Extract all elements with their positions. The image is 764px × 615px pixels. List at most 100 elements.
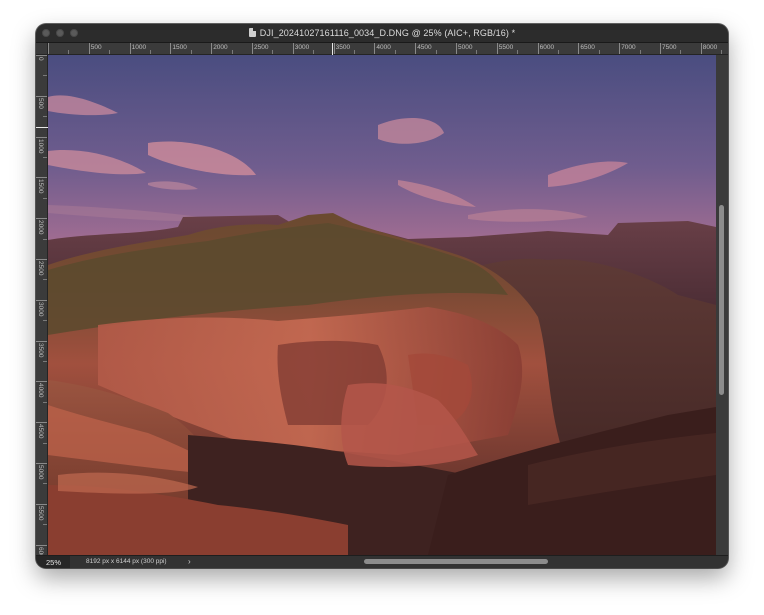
ruler-tick [43,238,47,240]
ruler-tick [43,361,47,362]
ruler-tick [36,55,47,56]
ruler-tick [578,43,580,54]
horizontal-ruler-label: 8000 [702,44,718,51]
ruler-tick [150,50,151,54]
horizontal-ruler-label: 4500 [417,44,432,51]
ruler-tick [43,157,47,158]
ruler-tick [435,50,437,54]
ruler-tick [43,116,47,118]
ruler-tick [36,259,47,260]
ruler-tick [598,50,600,54]
ruler-tick [721,50,723,54]
vertical-ruler-label: 0 [37,57,44,61]
ruler-tick [190,50,192,54]
vertical-ruler-label: 4000 [37,383,44,398]
ruler-origin[interactable] [36,43,48,55]
ruler-tick [394,50,396,54]
ruler-tick [36,422,47,424]
ruler-tick [68,50,70,54]
ruler-tick [537,43,539,54]
horizontal-ruler-label: 5000 [458,44,473,51]
ruler-tick [374,43,376,54]
cursor-position-marker [36,127,48,128]
ruler-tick [129,43,131,54]
ruler-tick [170,43,172,54]
document-window: DJI_20241027161116_0034_D.DNG @ 25% (AIC… [36,24,728,568]
ruler-tick [43,442,47,444]
horizontal-ruler-label: 7000 [621,44,636,51]
ruler-tick [558,50,559,54]
vertical-ruler-label: 2000 [37,220,44,235]
vertical-ruler[interactable]: 0 500 1000 1500 2000 2500 3000 3500 4000 4500 5000… [36,55,48,566]
ruler-tick [36,340,47,342]
ruler-tick [333,43,335,54]
cursor-position-marker [332,43,333,55]
vertical-ruler-label: 1500 [37,179,44,194]
horizontal-ruler-label: 4000 [376,44,391,51]
ruler-tick [43,401,47,403]
horizontal-ruler-label: 3000 [294,44,310,51]
horizontal-ruler-label: 2000 [213,44,228,51]
ruler-tick [476,50,478,54]
vertical-ruler-label: 3500 [37,342,44,358]
horizontal-scrollbar-thumb[interactable] [364,559,548,564]
vertical-ruler-label: 3000 [37,301,44,317]
vertical-ruler-label: 5000 [37,465,44,480]
vertical-scrollbar[interactable] [716,55,728,555]
ruler-tick [639,50,641,54]
ruler-tick [415,43,417,54]
ruler-tick [313,50,315,54]
ruler-tick [43,483,47,485]
image-canvas[interactable] [48,55,716,555]
ruler-tick [680,50,682,54]
vertical-ruler-label: 1000 [37,138,44,154]
document-icon [248,28,256,37]
document-info: 8192 px x 6144 px (300 ppi) [86,558,167,565]
ruler-tick [36,381,47,383]
status-bar: 25% 8192 px x 6144 px (300 ppi) › [36,555,728,568]
vertical-ruler-label: 5500 [37,505,44,521]
horizontal-ruler-label: 6500 [580,44,595,51]
horizontal-ruler-label: 500 [90,44,102,51]
ruler-tick [456,43,457,54]
ruler-tick [36,136,47,138]
ruler-tick [36,177,47,179]
horizontal-ruler-label: 5500 [498,44,514,51]
ruler-tick [660,43,661,54]
ruler-tick [292,43,294,54]
vertical-ruler-label: 4500 [37,424,44,439]
ruler-tick [43,279,47,281]
horizontal-ruler-label: 1000 [131,44,147,51]
ruler-tick [231,50,233,54]
window-title: DJI_20241027161116_0034_D.DNG @ 25% (AIC… [259,28,516,38]
ruler-tick [48,43,49,54]
ruler-tick [36,463,47,464]
horizontal-ruler-label: 2500 [254,44,269,51]
zoom-level-field[interactable]: 25% [36,556,70,568]
ruler-tick [36,503,47,505]
landscape-photo [48,55,716,555]
ruler-tick [36,544,47,546]
ruler-tick [700,43,702,54]
vertical-ruler-label: 500 [37,97,44,109]
ruler-tick [43,320,47,322]
horizontal-ruler-label: 3500 [335,44,351,51]
ruler-tick [619,43,621,54]
ruler-tick [109,50,111,54]
ruler-tick [252,43,253,54]
title-bar[interactable]: DJI_20241027161116_0034_D.DNG @ 25% (AIC… [36,24,728,43]
ruler-tick [354,50,355,54]
ruler-tick [272,50,274,54]
vertical-ruler-label: 2500 [37,261,44,276]
horizontal-ruler-label: 7500 [662,44,677,51]
status-menu-chevron-icon[interactable]: › [188,557,191,566]
ruler-tick [36,299,47,301]
ruler-tick [36,218,47,220]
vertical-scrollbar-thumb[interactable] [719,205,724,395]
ruler-tick [36,95,47,97]
ruler-tick [517,50,519,54]
ruler-tick [43,75,47,77]
ruler-tick [43,524,47,526]
ruler-tick [43,197,47,199]
horizontal-ruler[interactable]: 500 1000 1500 2000 2500 3000 3500 4000 4500 5000 5… [48,43,728,55]
